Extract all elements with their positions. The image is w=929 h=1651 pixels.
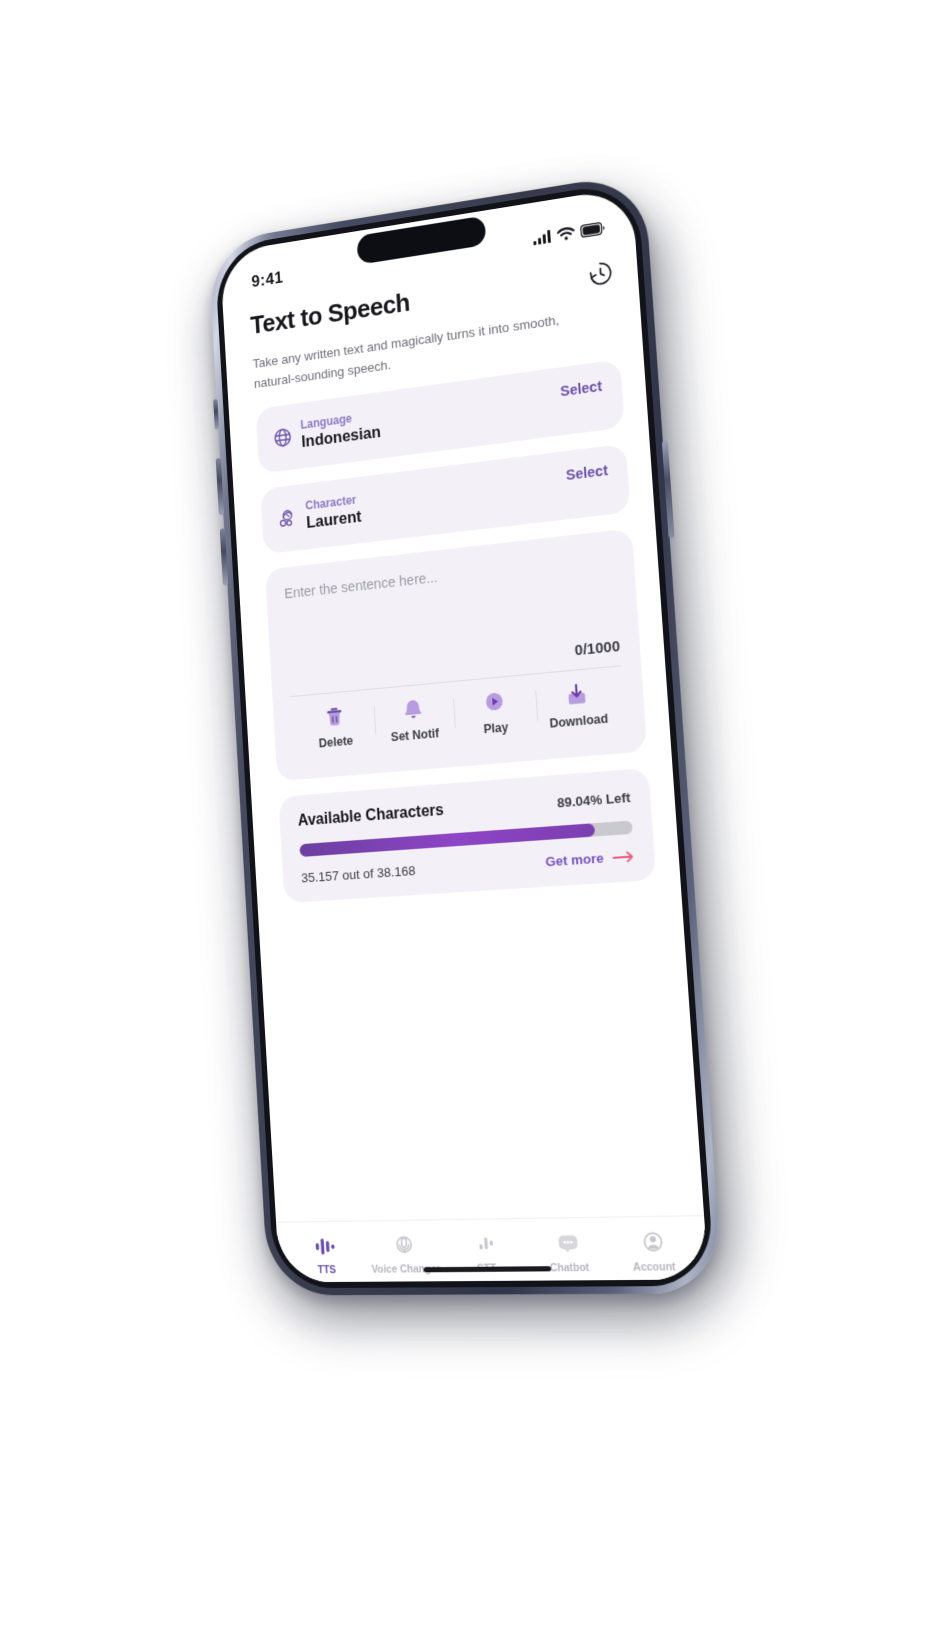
chat-bubble-icon xyxy=(557,1235,578,1253)
download-label: Download xyxy=(549,711,609,731)
language-info: Language Indonesian xyxy=(272,408,381,456)
character-info: Character Laurent xyxy=(277,492,362,536)
quota-count: 35.157 out of 38.168 xyxy=(300,863,417,886)
play-label: Play xyxy=(483,720,509,737)
quota-progress-fill xyxy=(299,823,595,858)
set-notif-label: Set Notif xyxy=(390,726,440,745)
waveform-icon xyxy=(315,1238,335,1255)
tab-tts-label: TTS xyxy=(317,1263,337,1277)
get-more-label: Get more xyxy=(544,850,605,870)
arrow-right-icon xyxy=(612,850,635,864)
download-icon xyxy=(568,682,586,705)
page-title: Text to Speech xyxy=(249,287,411,340)
character-avatar-icon xyxy=(278,507,298,529)
history-clock-icon xyxy=(587,258,615,289)
tab-account-label: Account xyxy=(632,1260,677,1274)
tab-tts[interactable]: TTS xyxy=(286,1233,367,1276)
battery-icon xyxy=(580,221,605,238)
wifi-icon xyxy=(557,226,575,240)
quota-title: Available Characters xyxy=(297,801,445,830)
home-indicator[interactable] xyxy=(423,1266,552,1273)
history-button[interactable] xyxy=(587,258,616,294)
language-text: Language Indonesian xyxy=(300,408,381,452)
sentence-editor-card: Enter the sentence here... 0/1000 Delete… xyxy=(264,528,648,782)
delete-action[interactable]: Delete xyxy=(295,701,376,752)
tab-stt-label: STT xyxy=(477,1263,497,1275)
language-select-button[interactable]: Select xyxy=(560,379,603,401)
screenshot-stage: 9:41 Text to Speech Take any written tex… xyxy=(0,0,929,1651)
app-content: Text to Speech Take any written text and… xyxy=(222,239,704,1222)
globe-icon xyxy=(273,426,293,449)
get-more-button[interactable]: Get more xyxy=(545,848,635,869)
delete-label: Delete xyxy=(318,733,354,751)
character-value: Laurent xyxy=(305,507,362,532)
available-characters-card: Available Characters 89.04% Left 35.157 … xyxy=(278,767,657,904)
quota-percent-left: 89.04% Left xyxy=(556,789,631,811)
quota-header: Available Characters 89.04% Left xyxy=(297,788,631,831)
quota-footer: 35.157 out of 38.168 Get more xyxy=(301,848,635,885)
phone-mockup: 9:41 Text to Speech Take any written tex… xyxy=(207,171,737,1300)
tab-voice-changer-label: Voice Changer xyxy=(371,1263,441,1276)
cellular-signal-icon xyxy=(533,229,551,245)
trash-icon xyxy=(326,707,342,726)
character-text: Character Laurent xyxy=(305,492,362,532)
tab-chatbot-label: Chatbot xyxy=(549,1261,590,1275)
play-circle-icon xyxy=(485,692,503,712)
phone-screen: 9:41 Text to Speech Take any written tex… xyxy=(219,186,709,1283)
bottom-tab-bar: TTS Voice Changer Chatbot Account xyxy=(276,1215,709,1283)
sentence-input[interactable]: Enter the sentence here... xyxy=(284,551,619,670)
status-time: 9:41 xyxy=(250,268,284,291)
set-notif-action[interactable]: Set Notif xyxy=(373,694,456,746)
character-select-button[interactable]: Select xyxy=(566,463,609,484)
tab-account[interactable]: Account xyxy=(609,1229,698,1274)
bell-icon xyxy=(404,699,422,719)
user-circle-icon xyxy=(639,1229,667,1255)
app-screen: Text to Speech Take any written text and… xyxy=(222,238,709,1283)
